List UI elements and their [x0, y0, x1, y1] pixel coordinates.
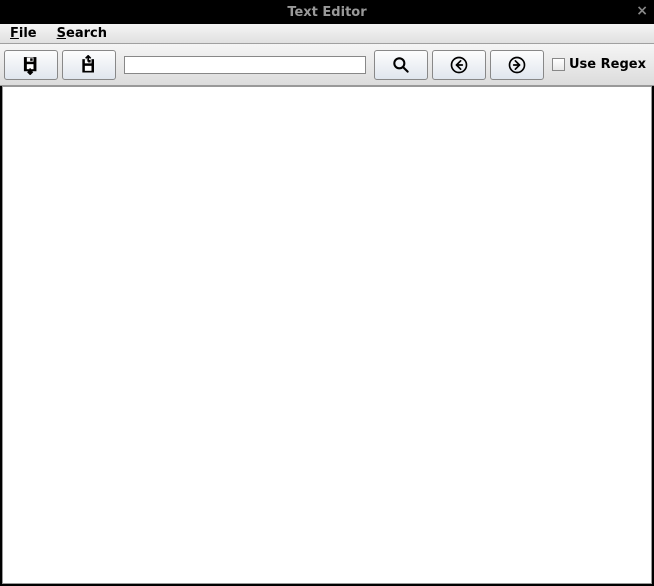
arrow-left-circle-icon	[449, 55, 469, 75]
search-input[interactable]	[124, 56, 366, 74]
regex-checkbox-container[interactable]: Use Regex	[552, 57, 646, 72]
next-button[interactable]	[490, 50, 544, 80]
menu-search-rest: earch	[66, 26, 107, 41]
menu-search-mnemonic: S	[57, 26, 66, 41]
menu-file-mnemonic: F	[10, 26, 19, 41]
menu-file-rest: ile	[19, 26, 37, 41]
window-title: Text Editor	[287, 5, 366, 20]
regex-label: Use Regex	[569, 57, 646, 72]
search-icon	[391, 55, 411, 75]
load-button[interactable]	[62, 50, 116, 80]
menu-search[interactable]: Search	[51, 24, 113, 43]
titlebar: Text Editor ×	[0, 0, 654, 24]
toolbar: Use Regex	[0, 44, 654, 86]
regex-checkbox[interactable]	[552, 58, 565, 71]
menubar: File Search	[0, 24, 654, 44]
prev-button[interactable]	[432, 50, 486, 80]
save-file-icon	[21, 55, 41, 75]
window: Text Editor × File Search	[0, 0, 654, 586]
arrow-right-circle-icon	[507, 55, 527, 75]
menu-file[interactable]: File	[4, 24, 43, 43]
search-button[interactable]	[374, 50, 428, 80]
load-file-icon	[79, 55, 99, 75]
close-icon[interactable]: ×	[636, 4, 648, 18]
editor-textarea[interactable]	[2, 86, 652, 584]
save-button[interactable]	[4, 50, 58, 80]
